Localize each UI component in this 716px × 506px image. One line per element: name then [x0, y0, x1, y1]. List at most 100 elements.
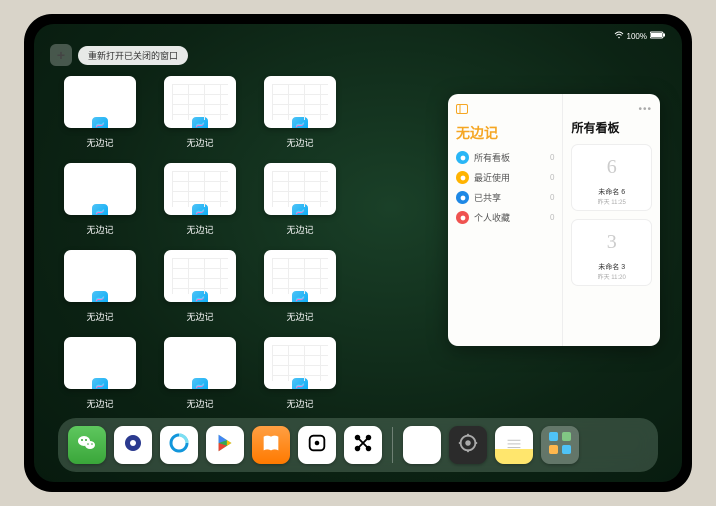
dock-app-wechat[interactable]: [68, 426, 106, 464]
window-thumb[interactable]: 无边记: [264, 76, 336, 149]
dock-app-dice[interactable]: [298, 426, 336, 464]
panel-sidebar: 无边记 所有看板0最近使用0已共享0个人收藏0: [448, 94, 563, 346]
board-meta: 未命名 3昨天 11:20: [598, 262, 626, 281]
window-preview: [64, 163, 136, 215]
freeform-app-icon: [291, 290, 309, 302]
category-item[interactable]: 所有看板 0: [456, 151, 554, 164]
window-thumb[interactable]: 无边记: [264, 163, 336, 236]
dock-app-settings[interactable]: [449, 426, 487, 464]
window-thumb[interactable]: 无边记: [64, 337, 136, 410]
freeform-app-icon: [191, 203, 209, 215]
category-icon: [456, 151, 469, 164]
window-preview: [64, 76, 136, 128]
window-preview: [164, 250, 236, 302]
dock-app-quark[interactable]: [114, 426, 152, 464]
freeform-app-icon: [191, 377, 209, 389]
category-list: 所有看板0最近使用0已共享0个人收藏0: [456, 151, 554, 224]
window-label: 无边记: [186, 136, 213, 149]
window-preview: [64, 250, 136, 302]
plus-icon: +: [57, 47, 65, 63]
window-label: 无边记: [186, 223, 213, 236]
window-label: 无边记: [86, 310, 113, 323]
window-label: 无边记: [86, 397, 113, 410]
window-preview: [64, 337, 136, 389]
dock-app-nodes[interactable]: [344, 426, 382, 464]
reopen-label: 重新打开已关闭的窗口: [88, 51, 178, 61]
window-thumb[interactable]: 无边记: [264, 250, 336, 323]
more-icon[interactable]: •••: [571, 104, 652, 115]
board-meta: 未命名 6昨天 11:25: [598, 187, 626, 206]
panel-title: 无边记: [456, 123, 554, 143]
reopen-closed-window-button[interactable]: 重新打开已关闭的窗口: [78, 46, 188, 65]
window-thumb[interactable]: 无边记: [164, 337, 236, 410]
freeform-app-icon: [191, 116, 209, 128]
category-icon: [456, 171, 469, 184]
dock-app-qqbrowser[interactable]: [160, 426, 198, 464]
window-thumb[interactable]: 无边记: [164, 250, 236, 323]
window-thumb[interactable]: 无边记: [64, 76, 136, 149]
dock-app-freeform[interactable]: [403, 426, 441, 464]
freeform-app-icon: [291, 116, 309, 128]
freeform-panel[interactable]: 无边记 所有看板0最近使用0已共享0个人收藏0 ••• 所有看板 6未命名 6昨…: [448, 94, 660, 346]
window-thumb[interactable]: 无边记: [164, 163, 236, 236]
category-item[interactable]: 最近使用 0: [456, 171, 554, 184]
new-window-button[interactable]: +: [50, 44, 72, 66]
top-controls: + 重新打开已关闭的窗口: [50, 44, 188, 66]
settings-icon: [457, 432, 479, 459]
dock-divider: [392, 427, 393, 463]
board-card[interactable]: 3 未命名 3昨天 11:20: [571, 219, 652, 286]
battery-icon: [650, 31, 666, 41]
dock-app-books[interactable]: [252, 426, 290, 464]
category-count: 0: [550, 153, 554, 162]
dock-app-notes[interactable]: [495, 426, 533, 464]
window-label: 无边记: [186, 397, 213, 410]
freeform-app-icon: [91, 377, 109, 389]
window-label: 无边记: [286, 310, 313, 323]
window-label: 无边记: [286, 136, 313, 149]
qqbrowser-icon: [167, 431, 191, 460]
window-preview: [264, 337, 336, 389]
nodes-icon: [352, 432, 374, 459]
window-preview: [264, 76, 336, 128]
window-preview: [164, 163, 236, 215]
window-preview: [164, 337, 236, 389]
panel-right-title: 所有看板: [571, 119, 652, 136]
panel-content: ••• 所有看板 6 未命名 6昨天 11:25 3 未命名 3昨天 11:20: [563, 94, 660, 346]
category-item[interactable]: 个人收藏0: [456, 211, 554, 224]
board-card[interactable]: 6 未命名 6昨天 11:25: [571, 144, 652, 211]
category-count: 0: [550, 193, 554, 202]
dock-app-play[interactable]: [206, 426, 244, 464]
freeform-app-icon: [291, 203, 309, 215]
category-label: 最近使用: [474, 171, 510, 184]
category-item[interactable]: 已共享0: [456, 191, 554, 204]
window-thumb[interactable]: 无边记: [264, 337, 336, 410]
window-label: 无边记: [286, 223, 313, 236]
category-count: 0: [550, 173, 554, 182]
battery-percent: 100%: [627, 32, 647, 41]
wechat-icon: [75, 431, 99, 460]
board-preview: 6: [588, 149, 636, 185]
play-icon: [214, 432, 236, 459]
window-thumb[interactable]: 无边记: [64, 250, 136, 323]
window-preview: [164, 76, 236, 128]
category-label: 所有看板: [474, 151, 510, 164]
quark-icon: [121, 431, 145, 460]
window-label: 无边记: [186, 310, 213, 323]
category-icon: [456, 191, 469, 204]
sidebar-toggle-icon[interactable]: [456, 104, 468, 117]
dock-app-app-library[interactable]: [541, 426, 579, 464]
board-preview: 3: [588, 224, 636, 260]
window-label: 无边记: [286, 397, 313, 410]
wifi-icon: [614, 31, 624, 41]
dice-icon: [306, 432, 328, 459]
freeform-app-icon: [91, 203, 109, 215]
window-thumb[interactable]: 无边记: [64, 163, 136, 236]
ipad-device: 100% + 重新打开已关闭的窗口 无边记无边记无边记无边记无边记无边记无边记无…: [24, 14, 692, 492]
status-icons: 100%: [614, 31, 666, 41]
freeform-app-icon: [291, 377, 309, 389]
books-icon: [260, 432, 282, 459]
freeform-app-icon: [91, 290, 109, 302]
notes-icon: [503, 432, 525, 459]
window-preview: [264, 250, 336, 302]
window-thumb[interactable]: 无边记: [164, 76, 236, 149]
